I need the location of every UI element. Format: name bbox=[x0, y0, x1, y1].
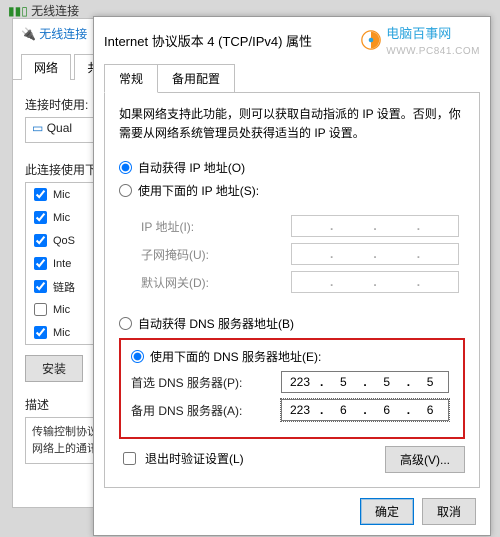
radio-auto-ip-input[interactable] bbox=[119, 161, 132, 174]
list-item-check[interactable] bbox=[34, 326, 47, 339]
radio-auto-ip[interactable]: 自动获得 IP 地址(O) bbox=[119, 159, 465, 176]
tab-network[interactable]: 网络 bbox=[21, 54, 71, 80]
radio-auto-dns[interactable]: 自动获得 DNS 服务器地址(B) bbox=[119, 315, 465, 332]
radio-auto-dns-input[interactable] bbox=[119, 317, 132, 330]
subnet-mask-row: 子网掩码(U): ... bbox=[141, 243, 453, 265]
tab-general[interactable]: 常规 bbox=[104, 64, 158, 93]
ip-address-input: ... bbox=[291, 215, 459, 237]
subnet-mask-input: ... bbox=[291, 243, 459, 265]
advanced-button[interactable]: 高级(V)... bbox=[385, 446, 465, 473]
list-item-check[interactable] bbox=[34, 280, 47, 293]
alternate-dns-input[interactable]: . . . bbox=[281, 399, 449, 421]
preferred-dns-input[interactable]: . . . bbox=[281, 371, 449, 393]
default-gateway-input: ... bbox=[291, 271, 459, 293]
validate-on-exit-checkbox[interactable] bbox=[123, 452, 136, 465]
ipv4-properties-dialog: Internet 协议版本 4 (TCP/IPv4) 属性 电脑百事网 WWW.… bbox=[93, 16, 491, 536]
background-window-title: ▮▮▯ 无线连接 bbox=[8, 2, 79, 19]
general-tab-panel: 如果网络支持此功能，则可以获取自动指派的 IP 设置。否则，你需要从网络系统管理… bbox=[104, 92, 480, 488]
install-button[interactable]: 安装 bbox=[25, 355, 83, 382]
alternate-dns-row: 备用 DNS 服务器(A): . . . bbox=[131, 399, 453, 421]
list-item-check[interactable] bbox=[34, 234, 47, 247]
watermark-logo: 电脑百事网 WWW.PC841.COM bbox=[360, 23, 480, 57]
dns-highlight-box: 使用下面的 DNS 服务器地址(E): 首选 DNS 服务器(P): . . .… bbox=[119, 338, 465, 439]
preferred-dns-row: 首选 DNS 服务器(P): . . . bbox=[131, 371, 453, 393]
radio-manual-dns-input[interactable] bbox=[131, 350, 144, 363]
ok-button[interactable]: 确定 bbox=[360, 498, 414, 525]
dialog-title: Internet 协议版本 4 (TCP/IPv4) 属性 bbox=[104, 31, 312, 50]
list-item-check[interactable] bbox=[34, 257, 47, 270]
cancel-button[interactable]: 取消 bbox=[422, 498, 476, 525]
ip-address-row: IP 地址(I): ... bbox=[141, 215, 453, 237]
tab-alternate[interactable]: 备用配置 bbox=[157, 64, 235, 93]
radio-manual-ip-input[interactable] bbox=[119, 184, 132, 197]
list-item-check[interactable] bbox=[34, 188, 47, 201]
radio-manual-dns[interactable]: 使用下面的 DNS 服务器地址(E): bbox=[131, 348, 453, 365]
info-text: 如果网络支持此功能，则可以获取自动指派的 IP 设置。否则，你需要从网络系统管理… bbox=[119, 105, 465, 143]
list-item-check[interactable] bbox=[34, 211, 47, 224]
radio-manual-ip[interactable]: 使用下面的 IP 地址(S): bbox=[119, 182, 465, 199]
list-item-check[interactable] bbox=[34, 303, 47, 316]
service-list[interactable]: Mic Mic QoS Inte 链路 Mic Mic bbox=[25, 182, 95, 345]
default-gateway-row: 默认网关(D): ... bbox=[141, 271, 453, 293]
